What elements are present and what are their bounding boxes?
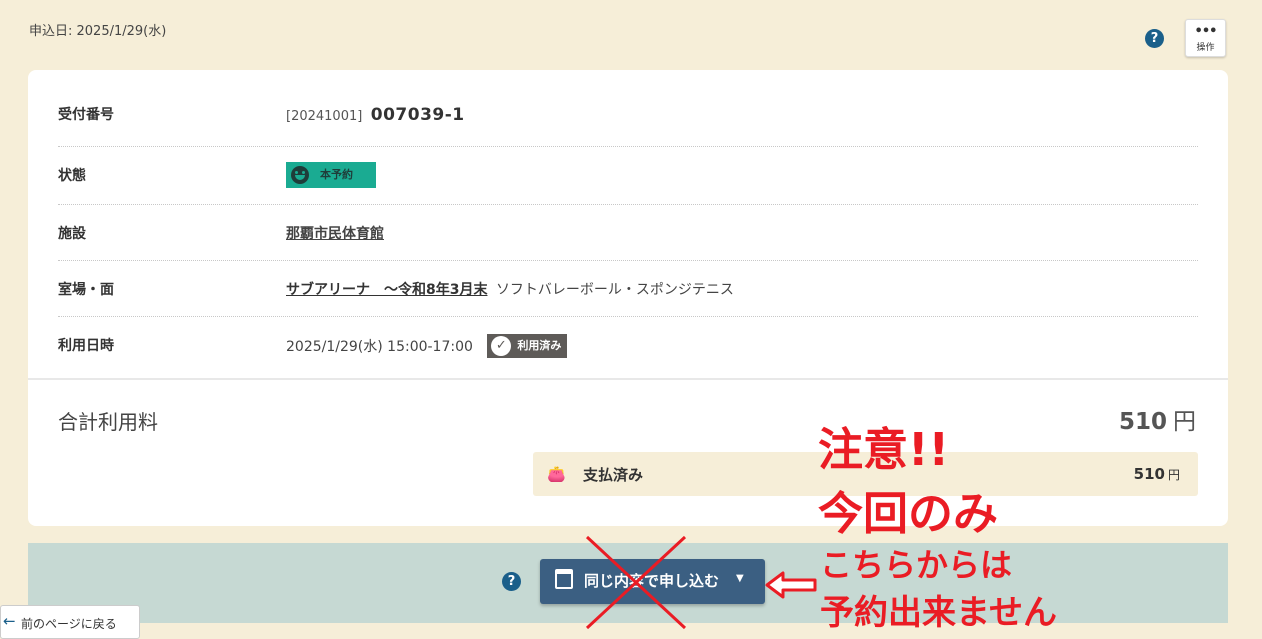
receipt-number: 007039-1 (370, 105, 465, 125)
check-circle-icon: ✓ (491, 336, 512, 356)
datetime-text: 2025/1/29(水) 15:00-17:00 (286, 339, 473, 355)
status-value: 本予約 (286, 162, 376, 192)
status-label: 状態 (58, 168, 86, 184)
facility-label: 施設 (58, 226, 86, 242)
receipt-prefix: [20241001] (286, 109, 363, 124)
calendar-icon (555, 569, 573, 589)
receipt-label: 受付番号 (58, 107, 114, 123)
datetime-row: 利用日時 2025/1/29(水) 15:00-17:00 ✓ 利用済み (58, 317, 1198, 377)
datetime-label: 利用日時 (58, 338, 114, 354)
datetime-value: 2025/1/29(水) 15:00-17:00 ✓ 利用済み (286, 334, 568, 358)
applied-date: 申込日: 2025/1/29(水) (29, 24, 167, 39)
room-link[interactable]: サブアリーナ ～令和8年3月末 (286, 282, 487, 298)
smile-icon (291, 166, 309, 184)
room-sport: ソフトバレーボール・スポンジテニス (495, 282, 734, 298)
facility-row: 施設 那覇市民体育館 (58, 205, 1198, 261)
red-arrow-icon (765, 571, 817, 599)
warning-note-line4: 予約出来ません (820, 593, 1057, 633)
status-badge: 本予約 (286, 162, 376, 188)
paid-amount: 510 円 (1134, 465, 1180, 483)
paid-amount-currency: 円 (1167, 468, 1180, 482)
room-value: サブアリーナ ～令和8年3月末 ソフトバレーボール・スポンジテニス (286, 279, 734, 299)
caret-down-icon: ▼ (736, 573, 744, 584)
warning-note-line2: 今回のみ (818, 487, 999, 540)
arrow-left-icon: ← (3, 612, 16, 630)
total-label: 合計利用料 (58, 410, 158, 434)
receipt-row: 受付番号 [20241001] 007039-1 (58, 98, 1198, 147)
paid-label: 支払済み (583, 466, 644, 484)
operations-label: 操作 (1196, 43, 1215, 53)
help-icon[interactable]: ? (1145, 29, 1164, 48)
card-divider (28, 378, 1228, 380)
facility-link[interactable]: 那覇市民体育館 (286, 223, 384, 243)
used-badge-label: 利用済み (517, 339, 562, 352)
room-row: 室場・面 サブアリーナ ～令和8年3月末 ソフトバレーボール・スポンジテニス (58, 261, 1198, 317)
cross-out-mark (585, 535, 687, 630)
wallet-icon: 👛 (547, 465, 566, 483)
total-amount: 510 円 (1119, 402, 1196, 436)
receipt-value: [20241001] 007039-1 (286, 105, 465, 125)
total-amount-value: 510 (1118, 409, 1167, 435)
warning-note-line1: 注意!! (818, 423, 950, 476)
paid-amount-value: 510 (1133, 465, 1165, 483)
more-icon: ••• (1194, 24, 1218, 39)
help-icon[interactable]: ? (502, 572, 521, 591)
reservation-card: 受付番号 [20241001] 007039-1 状態 本予約 施設 那覇市民体… (28, 70, 1228, 526)
room-label: 室場・面 (58, 282, 114, 298)
status-row: 状態 本予約 (58, 147, 1198, 205)
used-badge: ✓ 利用済み (487, 334, 568, 358)
status-badge-label: 本予約 (320, 168, 353, 181)
back-label: 前のページに戻る (21, 617, 117, 631)
operations-button[interactable]: ••• 操作 (1185, 19, 1226, 57)
total-amount-currency: 円 (1173, 409, 1196, 435)
warning-note-line3: こちらからは (820, 546, 1013, 584)
